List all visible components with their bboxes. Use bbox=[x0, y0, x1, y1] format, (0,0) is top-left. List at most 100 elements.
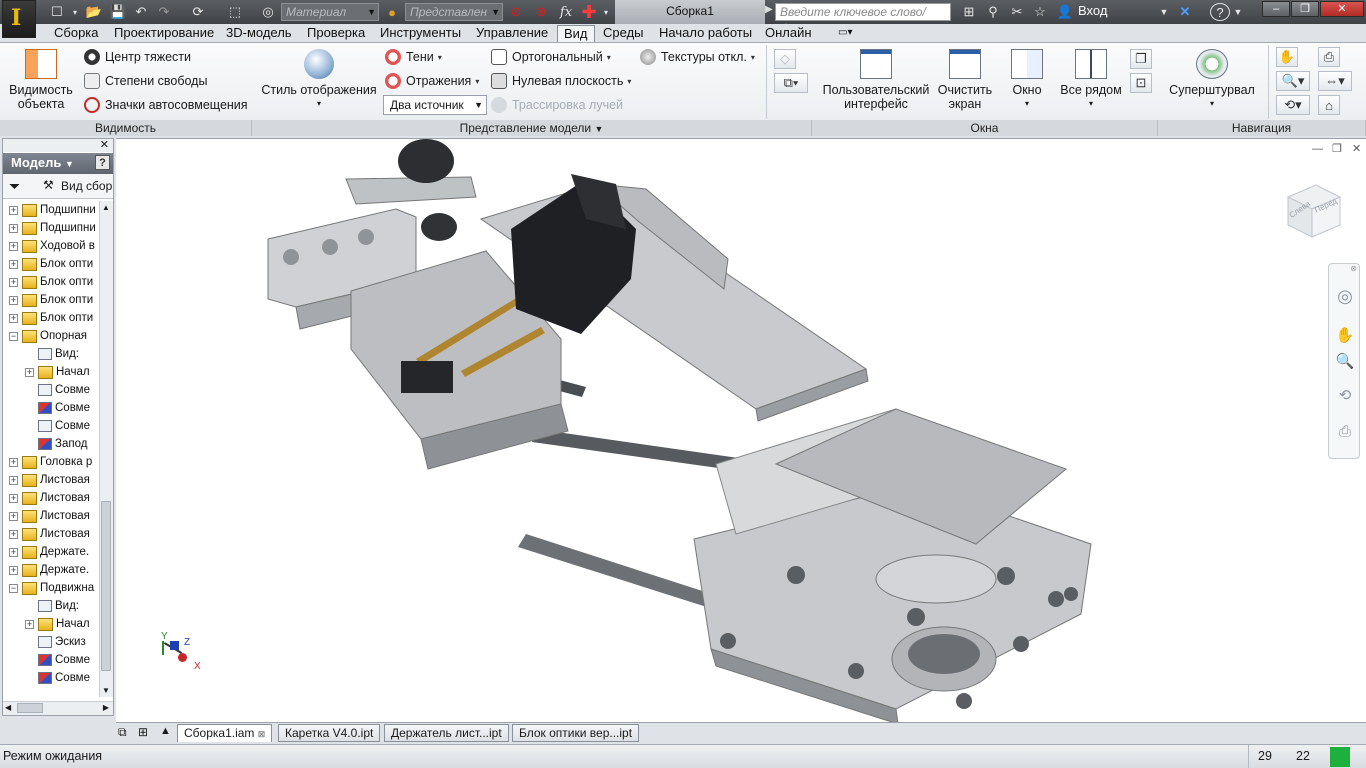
expand-icon[interactable]: + bbox=[9, 259, 18, 269]
select-icon[interactable]: ⬚ bbox=[225, 3, 245, 21]
tree-node[interactable]: − Опорная bbox=[9, 327, 87, 345]
scroll-thumb[interactable] bbox=[101, 501, 111, 671]
nav-look-at-icon[interactable]: ⎙ bbox=[1335, 422, 1355, 442]
tree-node[interactable]: Эскиз bbox=[25, 633, 86, 651]
material-select[interactable]: Материал ▼ bbox=[281, 3, 379, 21]
steering-wheels-button[interactable]: Суперштурвал ▾ bbox=[1166, 49, 1258, 111]
expand-icon[interactable]: + bbox=[9, 457, 18, 467]
tab-assembly[interactable]: Сборка bbox=[54, 25, 99, 42]
look-at-icon[interactable]: ⎙ bbox=[1318, 47, 1340, 67]
subscription-icon[interactable]: ✂ bbox=[1007, 3, 1027, 21]
representation-select[interactable]: Представлен ▼ bbox=[405, 3, 503, 21]
binoculars-icon[interactable]: ⊞ bbox=[958, 3, 980, 21]
tile-windows-button[interactable]: Все рядом ▾ bbox=[1058, 49, 1124, 111]
expand-icon[interactable]: + bbox=[9, 205, 18, 215]
tree-node[interactable]: + Листовая bbox=[9, 471, 90, 489]
exchange-apps-icon[interactable]: ✕ bbox=[1175, 3, 1195, 21]
expand-icon[interactable]: + bbox=[9, 223, 18, 233]
assembly-model-3d[interactable] bbox=[116, 139, 1116, 723]
nav-pan-icon[interactable]: ✋ bbox=[1335, 326, 1355, 346]
doc-list-up-icon[interactable]: ▲ bbox=[160, 725, 171, 737]
login-dropdown-icon[interactable]: ▼ bbox=[1158, 3, 1170, 21]
login-label[interactable]: Вход bbox=[1078, 3, 1107, 18]
reflections-dropdown-icon[interactable]: ▾ bbox=[475, 77, 479, 86]
parameters-icon[interactable]: fx bbox=[556, 3, 576, 21]
assembly-view-icon[interactable]: ⚒ bbox=[43, 178, 54, 192]
undo-icon[interactable]: ↶ bbox=[132, 3, 150, 21]
ground-plane-dropdown-icon[interactable]: ▾ bbox=[627, 77, 631, 86]
hscroll-thumb[interactable] bbox=[17, 703, 43, 713]
browser-horizontal-scrollbar[interactable]: ◀ ▶ bbox=[3, 701, 113, 715]
textures-dropdown-icon[interactable]: ▾ bbox=[751, 53, 755, 62]
display-style-button[interactable]: Стиль отображения ▾ bbox=[260, 49, 378, 111]
section-view-icon[interactable]: ⧉▾ bbox=[774, 73, 808, 93]
graphics-viewport[interactable]: — ❐ ✕ Y Z X Перед Слева ⊗ ◎ ✋ 🔍 ⟲ ⎙ bbox=[116, 138, 1366, 723]
tree-node[interactable]: + Держате. bbox=[9, 543, 89, 561]
user-icon[interactable]: 👤 bbox=[1056, 3, 1074, 21]
tab-manage[interactable]: Управление bbox=[476, 25, 548, 42]
maximize-button[interactable]: ❐ bbox=[1291, 1, 1319, 17]
expand-icon[interactable]: + bbox=[9, 241, 18, 251]
tab-view[interactable]: Вид bbox=[557, 25, 595, 42]
pan-icon[interactable]: ✋ bbox=[1276, 47, 1298, 67]
browser-title[interactable]: Модель ▼ ? bbox=[3, 153, 113, 174]
measure-icon[interactable]: ✚ bbox=[580, 2, 598, 22]
browser-help-icon[interactable]: ? bbox=[95, 155, 110, 170]
navbar-close-icon[interactable]: ⊗ bbox=[1350, 264, 1357, 273]
tab-tools[interactable]: Инструменты bbox=[380, 25, 461, 42]
viewcube[interactable]: Перед Слева bbox=[1284, 179, 1342, 239]
adjust-icon[interactable]: ⊗ bbox=[531, 3, 551, 21]
doc-tab-optics[interactable]: Блок оптики вер...ipt bbox=[512, 724, 640, 742]
tree-node[interactable]: + Держате. bbox=[9, 561, 89, 579]
search-input[interactable]: Введите ключевое слово/фразу bbox=[775, 3, 951, 35]
textures-button[interactable]: Текстуры откл. ▾ bbox=[640, 49, 755, 65]
zoom-icon[interactable]: 🔍▾ bbox=[1276, 71, 1310, 91]
tree-node[interactable]: Совме bbox=[25, 651, 90, 669]
doc-tab-holder[interactable]: Держатель лист...ipt bbox=[384, 724, 509, 742]
tab-design[interactable]: Проектирование bbox=[114, 25, 214, 42]
ribbon-minimize-icon[interactable]: ▭▾ bbox=[838, 25, 852, 42]
update-icon[interactable]: ⟳ bbox=[188, 3, 208, 21]
tree-node[interactable]: + Начал bbox=[25, 615, 90, 633]
collapse-icon[interactable]: − bbox=[9, 331, 18, 341]
close-button[interactable]: ✕ bbox=[1320, 1, 1364, 17]
viewport-restore-icon[interactable]: ❐ bbox=[1332, 142, 1342, 155]
expand-icon[interactable]: + bbox=[9, 493, 18, 503]
expand-icon[interactable]: + bbox=[25, 619, 34, 629]
tree-node[interactable]: Совме bbox=[25, 399, 90, 417]
ray-tracing-button[interactable]: Трассировка лучей bbox=[491, 97, 623, 113]
tree-node[interactable]: − Подвижна bbox=[9, 579, 94, 597]
tree-node[interactable]: + Ходовой в bbox=[9, 237, 95, 255]
open-icon[interactable]: 📂 bbox=[84, 3, 104, 21]
app-menu-button[interactable]: I bbox=[2, 0, 36, 38]
tab-environments[interactable]: Среды bbox=[603, 25, 644, 42]
tree-node[interactable]: Запод bbox=[25, 435, 87, 453]
collapse-icon[interactable]: − bbox=[9, 583, 18, 593]
full-navigation-wheel-icon[interactable]: ◎ bbox=[1335, 286, 1355, 306]
clean-screen-button[interactable]: Очистить экран bbox=[934, 49, 996, 111]
expand-icon[interactable]: + bbox=[9, 529, 18, 539]
model-view-panel-title[interactable]: Представление модели ▼ bbox=[252, 120, 812, 136]
lighting-style-select[interactable]: Два источник ▼ bbox=[383, 95, 487, 115]
tree-node[interactable]: + Головка р bbox=[9, 453, 92, 471]
reflections-button[interactable]: Отражения ▾ bbox=[385, 73, 479, 89]
browser-close-icon[interactable]: ✕ bbox=[100, 138, 109, 151]
quick-access-dropdown-icon[interactable]: ▾ bbox=[601, 3, 611, 21]
shadows-button[interactable]: Тени ▾ bbox=[385, 49, 442, 65]
doc-tab-carriage[interactable]: Каретка V4.0.ipt bbox=[278, 724, 381, 742]
tree-node[interactable]: + Листовая bbox=[9, 489, 90, 507]
minimize-button[interactable]: – bbox=[1262, 1, 1290, 17]
viewport-minimize-icon[interactable]: — bbox=[1312, 143, 1323, 155]
tree-node[interactable]: + Листовая bbox=[9, 525, 90, 543]
tree-node[interactable]: Совме bbox=[25, 669, 90, 687]
user-interface-button[interactable]: Пользовательский интерфейс bbox=[820, 49, 932, 111]
expand-icon[interactable]: + bbox=[9, 295, 18, 305]
tree-node[interactable]: Совме bbox=[25, 381, 90, 399]
expand-icon[interactable]: + bbox=[9, 547, 18, 557]
tree-node[interactable]: Вид: bbox=[25, 597, 79, 615]
expand-icon[interactable]: + bbox=[9, 313, 18, 323]
save-icon[interactable]: 💾 bbox=[108, 3, 128, 21]
tab-online[interactable]: Онлайн bbox=[765, 25, 812, 42]
switch-window-button[interactable]: Окно ▾ bbox=[1004, 49, 1050, 111]
expand-icon[interactable]: + bbox=[25, 367, 34, 377]
